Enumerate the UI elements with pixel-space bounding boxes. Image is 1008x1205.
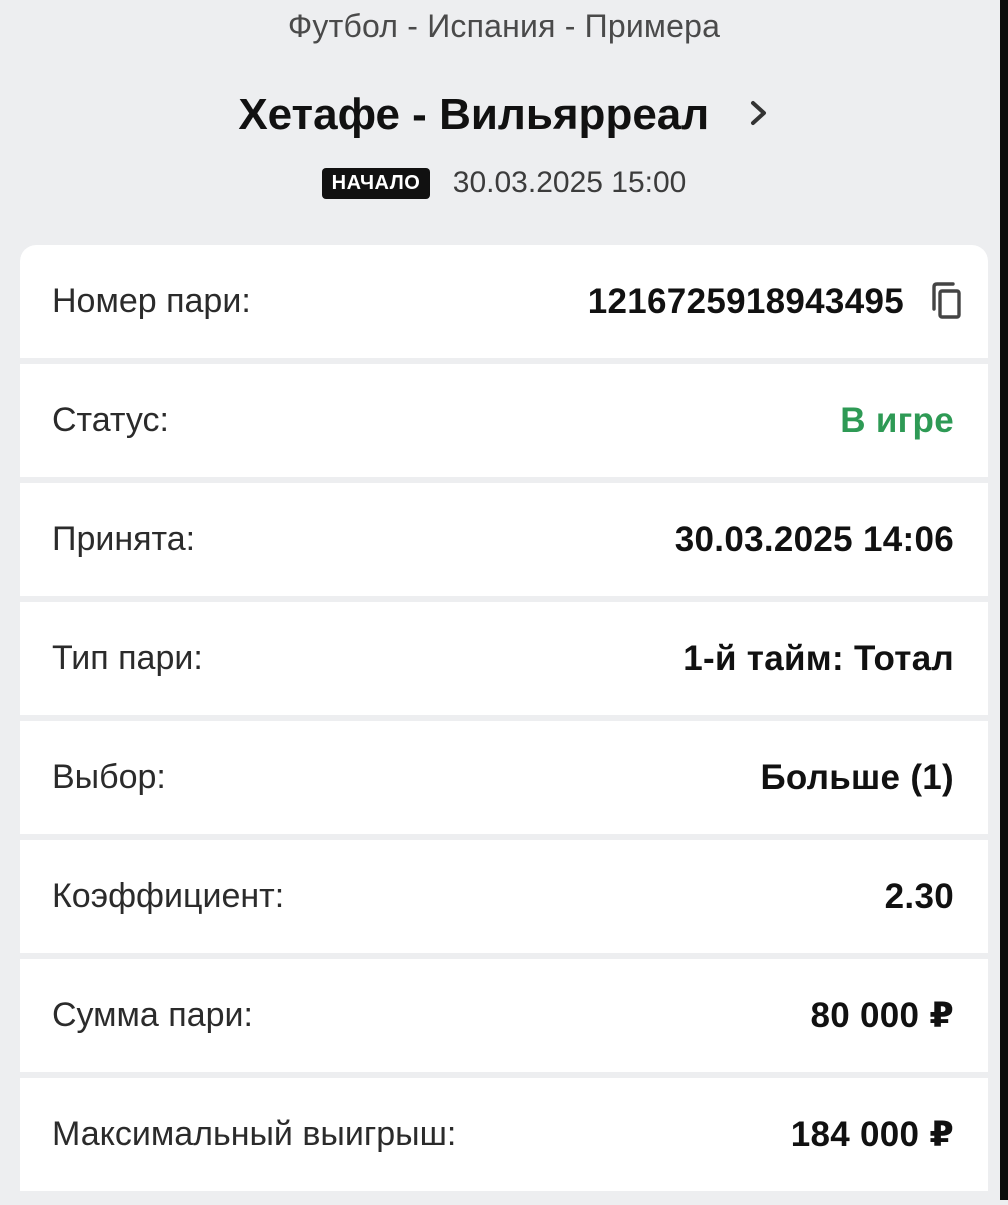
accepted-row: Принята: 30.03.2025 14:06: [20, 483, 988, 596]
status-row: Статус: В игре: [20, 364, 988, 477]
bet-details-card: Номер пари: 1216725918943495 Статус: В и…: [20, 245, 988, 1205]
match-start-info: НАЧАЛО 30.03.2025 15:00: [0, 166, 1008, 200]
start-badge: НАЧАЛО: [321, 167, 431, 199]
status-value: В игре: [840, 401, 954, 440]
bet-type-value: 1-й тайм: Тотал: [683, 639, 954, 678]
odds-label: Коэффициент:: [52, 877, 285, 915]
stake-label: Сумма пари:: [52, 996, 253, 1034]
start-datetime: 30.03.2025 15:00: [452, 166, 687, 199]
bet-type-label: Тип пари:: [52, 639, 203, 677]
max-win-value: 184 000 ₽: [790, 1115, 954, 1154]
match-title-link[interactable]: Хетафе - Вильярреал: [0, 90, 1008, 146]
chevron-right-icon[interactable]: [748, 98, 770, 128]
bet-number-label: Номер пари:: [52, 282, 251, 320]
match-title[interactable]: Хетафе - Вильярреал: [238, 90, 709, 140]
breadcrumb[interactable]: Футбол - Испания - Примера: [0, 8, 1008, 45]
bet-number-value: 1216725918943495: [587, 282, 904, 321]
accepted-label: Принята:: [52, 520, 196, 558]
selection-label: Выбор:: [52, 758, 166, 796]
stake-value: 80 000 ₽: [810, 996, 954, 1035]
screen-edge: [1000, 0, 1008, 1200]
max-win-row: Максимальный выигрыш: 184 000 ₽: [20, 1078, 988, 1191]
odds-value: 2.30: [884, 877, 954, 916]
selection-value: Больше (1): [760, 758, 954, 797]
max-win-label: Максимальный выигрыш:: [52, 1115, 457, 1153]
bet-number-row: Номер пари: 1216725918943495: [20, 245, 988, 358]
match-header: Футбол - Испания - Примера Хетафе - Виль…: [0, 0, 1008, 245]
stake-row: Сумма пари: 80 000 ₽: [20, 959, 988, 1072]
accepted-value: 30.03.2025 14:06: [674, 520, 954, 559]
odds-row: Коэффициент: 2.30: [20, 840, 988, 953]
bet-type-row: Тип пари: 1-й тайм: Тотал: [20, 602, 988, 715]
status-label: Статус:: [52, 401, 169, 439]
selection-row: Выбор: Больше (1): [20, 721, 988, 834]
copy-icon[interactable]: [928, 281, 964, 321]
